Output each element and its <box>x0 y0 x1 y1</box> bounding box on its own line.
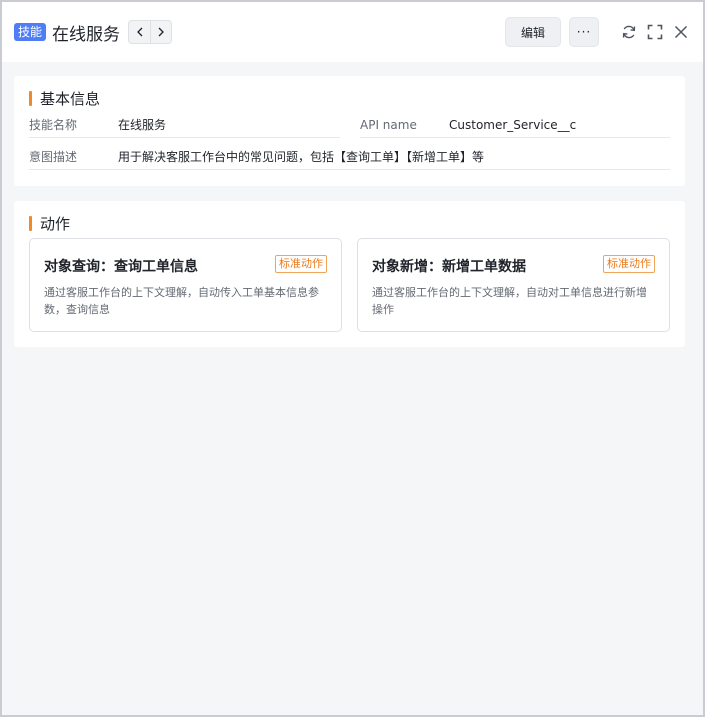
actions-section: 动作 对象查询：查询工单信息 标准动作 通过客服工作台的上下文理解，自动传入工单… <box>14 201 685 347</box>
page-title: 在线服务 <box>52 24 121 45</box>
basic-info-title: 基本信息 <box>40 90 101 108</box>
standard-action-tag: 标准动作 <box>275 255 327 273</box>
refresh-button[interactable] <box>619 22 639 42</box>
prev-button[interactable] <box>129 21 150 43</box>
close-icon <box>674 25 688 39</box>
basic-info-section: 基本信息 技能名称 在线服务 API name Customer_Service… <box>14 76 685 186</box>
chevron-right-icon <box>158 27 164 37</box>
refresh-icon <box>622 25 636 39</box>
more-button[interactable]: ··· <box>569 17 599 47</box>
action-card-query[interactable]: 对象查询：查询工单信息 标准动作 通过客服工作台的上下文理解，自动传入工单基本信… <box>29 238 342 332</box>
field-value: Customer_Service__c <box>449 117 577 132</box>
edit-button[interactable]: 编辑 <box>504 17 561 47</box>
fullscreen-button[interactable] <box>645 22 665 42</box>
field-intent-description: 意图描述 用于解决客服工作台中的常见问题，包括【查询工单】【新增工单】等 <box>29 144 670 170</box>
standard-action-tag: 标准动作 <box>603 255 655 273</box>
accent-bar <box>29 91 32 106</box>
skill-detail-panel: 技能 在线服务 编辑 ··· 基本信息 技能名称 在线服务 API name C… <box>0 0 705 717</box>
accent-bar <box>29 216 32 231</box>
field-value: 用于解决客服工作台中的常见问题，包括【查询工单】【新增工单】等 <box>118 150 485 164</box>
field-skill-name: 技能名称 在线服务 <box>29 112 340 138</box>
next-button[interactable] <box>150 21 171 43</box>
field-label: 意图描述 <box>29 150 78 164</box>
chevron-left-icon <box>136 27 142 37</box>
section-title: 基本信息 <box>29 88 100 109</box>
fullscreen-icon <box>647 24 663 40</box>
field-label: API name <box>360 117 417 132</box>
field-label: 技能名称 <box>29 118 78 132</box>
section-title: 动作 <box>29 213 70 234</box>
field-api-name: API name Customer_Service__c <box>360 112 670 138</box>
field-value: 在线服务 <box>118 118 167 132</box>
card-description: 通过客服工作台的上下文理解，自动传入工单基本信息参数，查询信息 <box>44 286 319 316</box>
actions-title: 动作 <box>40 215 71 233</box>
skill-badge: 技能 <box>14 23 47 41</box>
panel-header: 技能 在线服务 编辑 ··· <box>2 2 703 62</box>
close-button[interactable] <box>671 22 691 42</box>
action-card-create[interactable]: 对象新增：新增工单数据 标准动作 通过客服工作台的上下文理解，自动对工单信息进行… <box>357 238 670 332</box>
prev-next-nav <box>128 20 173 44</box>
card-title: 对象查询：查询工单信息 <box>44 259 198 275</box>
card-description: 通过客服工作台的上下文理解，自动对工单信息进行新增操作 <box>372 286 647 316</box>
card-title: 对象新增：新增工单数据 <box>372 259 526 275</box>
